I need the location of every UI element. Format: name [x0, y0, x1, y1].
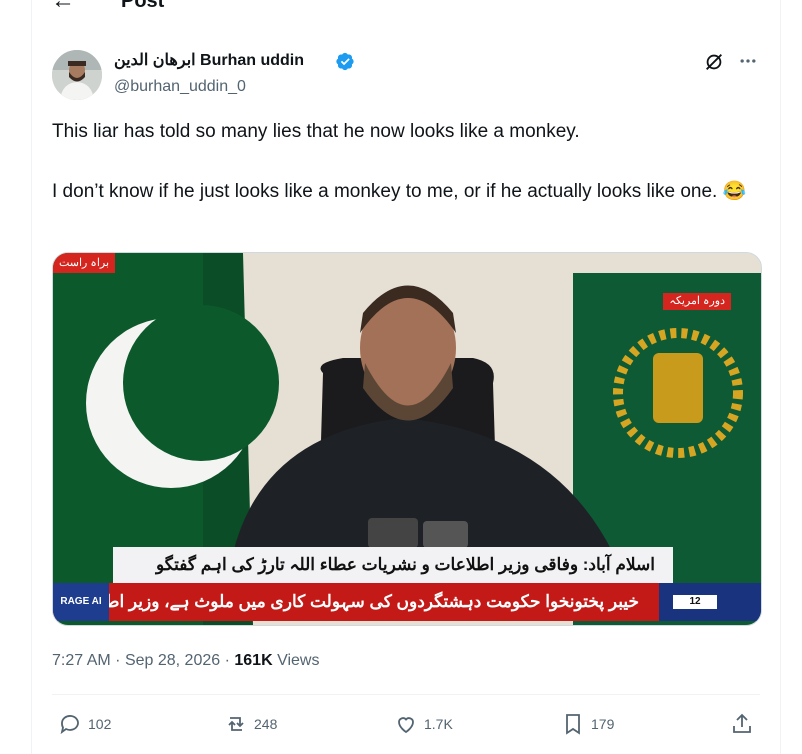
verified-badge-icon [336, 52, 354, 71]
page-title: Post [121, 0, 165, 12]
reply-count: 102 [88, 716, 112, 732]
live-badge: براہ راست [53, 253, 115, 273]
reply-icon [60, 715, 79, 735]
channel-tag: RAGE AI [53, 583, 109, 621]
post-time[interactable]: 7:27 AM [52, 652, 111, 669]
lower-third-ticker: خیبر پختونخوا حکومت دہشتگردوں کی سہولت ک… [53, 583, 659, 621]
heart-icon [398, 717, 414, 734]
repost-count: 248 [254, 716, 278, 732]
views-label: Views [277, 652, 320, 669]
like-button[interactable]: 1.7K [394, 710, 453, 738]
column-left-border [31, 0, 32, 754]
post-date[interactable]: Sep 28, 2026 [125, 652, 220, 669]
tour-badge: دورہ امریکہ [663, 293, 731, 310]
avatar[interactable] [52, 50, 102, 100]
lower-third-headline: اسلام آباد: وفاقی وزیر اطلاعات و نشریات … [113, 547, 673, 583]
author-handle[interactable]: @burhan_uddin_0 [114, 77, 246, 97]
divider [52, 694, 760, 695]
meta-separator: · [115, 652, 125, 669]
author-name[interactable]: ابرهان الدين Burhan uddin [114, 50, 304, 72]
ticker-time: 12 [673, 595, 717, 609]
views-count: 161K [234, 652, 273, 669]
share-icon [733, 713, 751, 733]
bookmark-icon [566, 714, 580, 735]
repost-icon [228, 717, 244, 731]
bookmark-button[interactable]: 179 [561, 710, 614, 738]
column-right-border [780, 0, 781, 754]
share-button[interactable] [730, 710, 760, 738]
reply-button[interactable]: 102 [58, 710, 111, 738]
post-header: ← Post [31, 0, 780, 16]
post-text-paragraph-2: I don’t know if he just looks like a mon… [52, 181, 747, 202]
arrow-left-icon[interactable]: ← [51, 0, 75, 16]
meta-separator: · [224, 652, 235, 669]
bookmark-count: 179 [591, 716, 615, 732]
grok-icon[interactable] [703, 51, 725, 73]
post-text-paragraph-1: This liar has told so many lies that he … [52, 121, 580, 142]
repost-button[interactable]: 248 [224, 710, 277, 738]
post-meta: 7:27 AM · Sep 28, 2026 · 161K Views [52, 650, 319, 672]
like-count: 1.7K [424, 716, 453, 732]
more-options-icon[interactable] [738, 51, 758, 71]
post-media-image[interactable]: براہ راست دورہ امریکہ اسلام آباد: وفاقی … [52, 252, 762, 626]
